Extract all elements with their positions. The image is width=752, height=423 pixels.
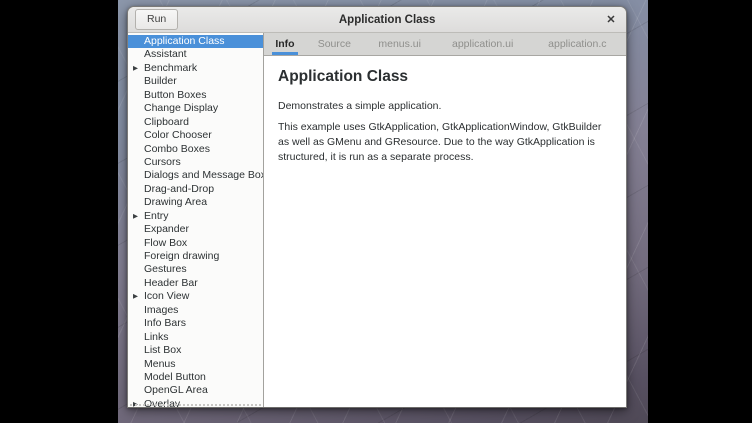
sidebar-item[interactable]: Builder [128, 75, 263, 88]
sidebar-item[interactable]: Application Class [128, 35, 263, 48]
sidebar-item[interactable]: Change Display [128, 102, 263, 115]
tab-label: application.ui [452, 38, 513, 50]
sidebar-item[interactable]: Model Button [128, 371, 263, 384]
sidebar-item-label: Button Boxes [144, 89, 206, 101]
sidebar-item-label: Cursors [144, 156, 181, 168]
sidebar-item-label: Entry [144, 210, 169, 222]
tab-application-ui[interactable]: application.ui [437, 33, 529, 55]
window-title: Application Class [178, 14, 596, 26]
sidebar-item[interactable]: Expander [128, 223, 263, 236]
sidebar-item[interactable]: Links [128, 331, 263, 344]
sidebar-item-label: Benchmark [144, 62, 197, 74]
tab-menus-ui[interactable]: menus.ui [363, 33, 437, 55]
run-button[interactable]: Run [135, 9, 178, 30]
sidebar-item-label: OpenGL Area [144, 384, 208, 396]
sidebar-item[interactable]: Drawing Area [128, 196, 263, 209]
sidebar-item[interactable]: Menus [128, 358, 263, 371]
demo-lead-paragraph: Demonstrates a simple application. [278, 99, 612, 114]
tab-label: Info [275, 38, 294, 50]
main-panel: Info Source menus.ui application.ui appl… [264, 33, 626, 407]
expander-icon[interactable]: ▶ [133, 290, 138, 304]
sidebar-item[interactable]: Header Bar [128, 277, 263, 290]
sidebar-item[interactable]: Clipboard [128, 116, 263, 129]
sidebar-item[interactable]: Flow Box [128, 237, 263, 250]
sidebar-item-label: Gestures [144, 263, 187, 275]
sidebar-item[interactable]: Color Chooser [128, 129, 263, 142]
sidebar-item[interactable]: Cursors [128, 156, 263, 169]
close-icon[interactable]: ✕ [596, 13, 626, 26]
sidebar-item-label: Clipboard [144, 116, 189, 128]
sidebar-item[interactable]: Drag-and-Drop [128, 183, 263, 196]
sidebar-item[interactable]: Assistant [128, 48, 263, 61]
sidebar-item-label: Expander [144, 223, 189, 235]
sidebar-item-label: Model Button [144, 371, 206, 383]
info-page: Application Class Demonstrates a simple … [264, 56, 626, 407]
sidebar-item-label: Change Display [144, 102, 218, 114]
tab-application-c[interactable]: application.c [529, 33, 626, 55]
sidebar-item-label: Overlay [144, 398, 180, 407]
sidebar-item-label: Dialogs and Message Boxes [144, 169, 264, 181]
sidebar-item-label: Images [144, 304, 178, 316]
sidebar-item[interactable]: Info Bars [128, 317, 263, 330]
tab-info[interactable]: Info [264, 33, 306, 55]
tab-label: Source [318, 38, 351, 50]
sidebar-item-label: Builder [144, 75, 177, 87]
sidebar-item-label: Assistant [144, 48, 187, 60]
tab-label: application.c [548, 38, 606, 50]
sidebar-item[interactable]: ▶ Entry [128, 210, 263, 223]
sidebar-item-label: Links [144, 331, 169, 343]
sidebar-item[interactable]: Button Boxes [128, 89, 263, 102]
titlebar[interactable]: Run Application Class ✕ [128, 7, 626, 33]
sidebar-item-label: Drag-and-Drop [144, 183, 214, 195]
app-window: Run Application Class ✕ Application Clas… [127, 6, 627, 408]
sidebar-item[interactable]: Foreign drawing [128, 250, 263, 263]
sidebar-item-label: Combo Boxes [144, 143, 210, 155]
sidebar-demo-list[interactable]: Application Class Assistant ▶ Benchmark … [128, 33, 264, 407]
sidebar-item[interactable]: Combo Boxes [128, 143, 263, 156]
sidebar-item-label: Header Bar [144, 277, 198, 289]
expander-icon[interactable]: ▶ [133, 398, 138, 407]
sidebar-item-label: Application Class [144, 35, 225, 47]
window-body: Application Class Assistant ▶ Benchmark … [128, 33, 626, 407]
sidebar-item-label: Menus [144, 358, 176, 370]
sidebar-item[interactable]: ▶ Overlay [128, 398, 263, 407]
demo-heading: Application Class [278, 68, 612, 86]
sidebar-item[interactable]: List Box [128, 344, 263, 357]
sidebar-item[interactable]: Images [128, 304, 263, 317]
expander-icon[interactable]: ▶ [133, 210, 138, 224]
sidebar-item[interactable]: ▶ Benchmark [128, 62, 263, 75]
sidebar-item[interactable]: ▶ Icon View [128, 290, 263, 303]
demo-body-paragraph: This example uses GtkApplication, GtkApp… [278, 120, 612, 165]
sidebar-item[interactable]: Dialogs and Message Boxes [128, 169, 263, 182]
expander-icon[interactable]: ▶ [133, 62, 138, 76]
sidebar-item-label: List Box [144, 344, 181, 356]
sidebar-item-label: Icon View [144, 290, 189, 302]
sidebar-item-label: Foreign drawing [144, 250, 219, 262]
sidebar-item-label: Flow Box [144, 237, 187, 249]
sidebar-item-label: Color Chooser [144, 129, 212, 141]
sidebar-item-label: Drawing Area [144, 196, 207, 208]
sidebar-item[interactable]: Gestures [128, 263, 263, 276]
sidebar-item-label: Info Bars [144, 317, 186, 329]
sidebar-item[interactable]: OpenGL Area [128, 384, 263, 397]
tab-source[interactable]: Source [306, 33, 363, 55]
notebook-tabbar[interactable]: Info Source menus.ui application.ui appl… [264, 33, 626, 56]
tab-label: menus.ui [378, 38, 421, 50]
